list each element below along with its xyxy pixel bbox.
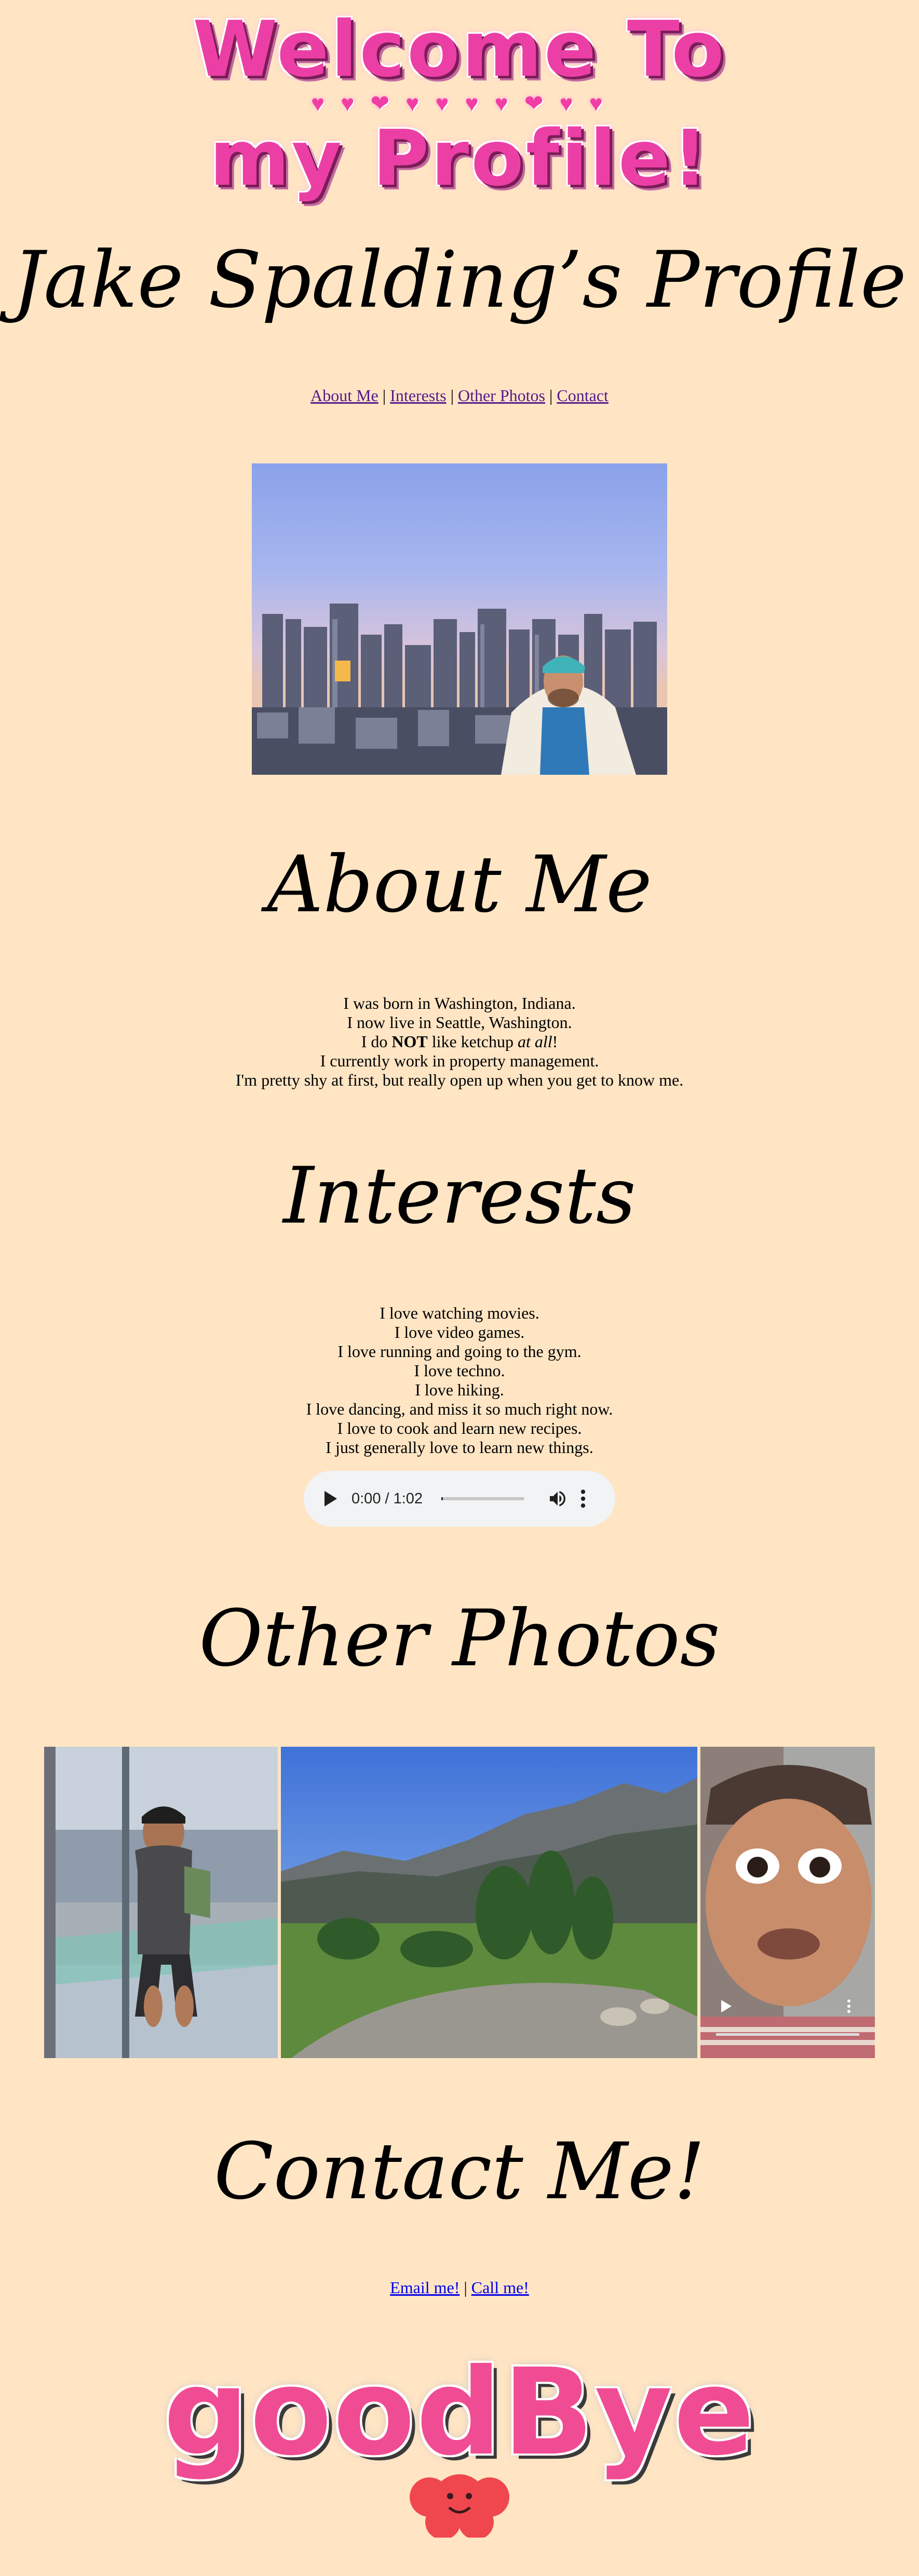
profile-photo-skyline (252, 463, 667, 775)
photos-heading: Other Photos (199, 1594, 720, 1684)
contact-separator: | (459, 2278, 471, 2297)
nav-link-photos[interactable]: Other Photos (458, 386, 545, 405)
about-line: I do NOT like ketchup at all! (0, 1032, 919, 1051)
volume-icon[interactable] (547, 1488, 568, 1509)
interest-item: I love hiking. (415, 1380, 504, 1399)
nav-link-contact[interactable]: Contact (557, 386, 609, 405)
interests-heading: Interests (283, 1151, 636, 1241)
interest-item: I love to cook and learn new recipes. (337, 1419, 582, 1437)
nav-link-about[interactable]: About Me (310, 386, 379, 405)
about-heading: About Me (267, 840, 652, 930)
interest-item: I just generally love to learn new thing… (326, 1438, 593, 1457)
interest-item: I love video games. (394, 1323, 525, 1341)
contact-heading: Contact Me! (214, 2127, 705, 2217)
about-line: I'm pretty shy at first, but really open… (235, 1071, 684, 1089)
audio-progress-bar[interactable] (441, 1497, 525, 1500)
about-ketchup-pre: I do (361, 1032, 392, 1051)
welcome-banner-line1: Welcome To (193, 5, 726, 94)
contact-links: Email me! | Call me! (0, 2277, 919, 2298)
photo-mountain-garden (281, 1747, 697, 2058)
welcome-banner-image: Welcome To ♥ ♥ ❤ ♥ ♥ ♥ ♥ ❤ ♥ ♥ my Profil… (0, 10, 919, 197)
about-ketchup-bold: NOT (391, 1032, 428, 1051)
nav-separator: | (545, 386, 557, 405)
about-ketchup-mid: like ketchup (427, 1032, 518, 1051)
email-link[interactable]: Email me! (390, 2278, 459, 2297)
nav-separator: | (378, 386, 390, 405)
audio-player[interactable]: 0:00 / 1:02 (304, 1471, 615, 1527)
goodbye-banner-text: goodBye (163, 2344, 756, 2482)
about-line: I currently work in property management. (320, 1051, 599, 1070)
audio-time: 0:00 / 1:02 (352, 1490, 423, 1507)
nav-link-interests[interactable]: Interests (390, 386, 446, 405)
about-line: I was born in Washington, Indiana. (343, 994, 576, 1012)
nav-separator: | (446, 386, 458, 405)
call-link[interactable]: Call me! (471, 2278, 529, 2297)
audio-progress-fill (441, 1497, 443, 1500)
goodbye-banner-image: goodBye (0, 2351, 919, 2538)
about-text: I was born in Washington, Indiana. I now… (0, 994, 919, 1090)
about-ketchup-post: ! (552, 1032, 558, 1051)
interest-item: I love running and going to the gym. (337, 1342, 582, 1361)
page-title: Jake Spalding’s Profile (12, 235, 907, 325)
welcome-banner-line2: my Profile! (209, 114, 710, 203)
photo-face-filter-video[interactable] (700, 1747, 875, 2058)
more-options-icon[interactable] (580, 1488, 586, 1509)
interest-item: I love dancing, and miss it so much righ… (306, 1400, 613, 1418)
photo-space-needle-selfie (44, 1747, 278, 2058)
interests-list: I love watching movies. I love video gam… (0, 1304, 919, 1457)
nav-links: About Me | Interests | Other Photos | Co… (0, 385, 919, 406)
about-ketchup-italic: at all (517, 1032, 552, 1051)
play-icon[interactable] (325, 1491, 337, 1506)
interest-item: I love watching movies. (380, 1304, 539, 1322)
interest-item: I love techno. (414, 1361, 505, 1380)
about-line: I now live in Seattle, Washington. (347, 1013, 572, 1032)
